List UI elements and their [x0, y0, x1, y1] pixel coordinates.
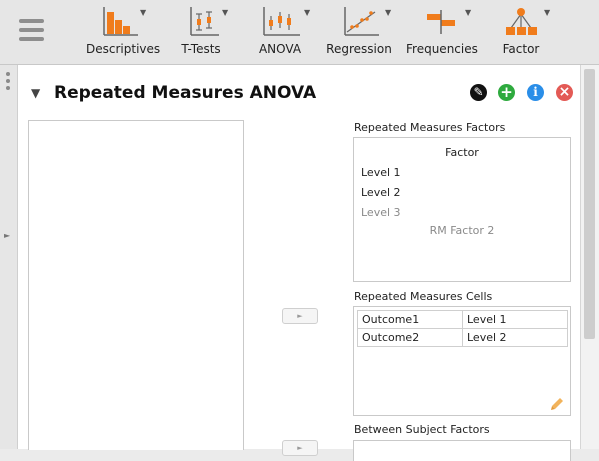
- chevron-down-icon: ▼: [222, 8, 229, 17]
- analysis-title: Repeated Measures ANOVA: [54, 83, 317, 103]
- chevron-down-icon: ▼: [385, 8, 392, 17]
- analysis-ribbon: ▼ Descriptives ▼ T-Tests ▼ ANOVA ▼ Regre…: [0, 0, 599, 65]
- regression-icon: ▼: [337, 4, 391, 38]
- tool-frequencies[interactable]: ▼ Frequencies: [406, 4, 478, 56]
- tool-label: ANOVA: [258, 42, 302, 56]
- drag-handle-icon[interactable]: [6, 72, 10, 93]
- collapse-triangle-icon[interactable]: ▼: [31, 86, 40, 100]
- tool-factor[interactable]: ▼ Factor: [498, 4, 550, 56]
- chevron-down-icon: ▼: [544, 8, 551, 17]
- between-factors-label: Between Subject Factors: [354, 423, 490, 436]
- level-item[interactable]: Level 2: [361, 186, 401, 199]
- outcome-cell[interactable]: Outcome1: [357, 310, 463, 329]
- chevron-down-icon: ▼: [465, 8, 472, 17]
- rm-factors-label: Repeated Measures Factors: [354, 121, 506, 134]
- between-factors-box[interactable]: [353, 440, 571, 461]
- tool-anova[interactable]: ▼ ANOVA: [254, 4, 310, 56]
- outcome-cell[interactable]: Outcome2: [357, 328, 463, 347]
- tool-label: Frequencies: [406, 42, 478, 56]
- level-cell: Level 2: [462, 328, 568, 347]
- assign-cells-button[interactable]: ►: [282, 308, 318, 324]
- menu-icon[interactable]: [19, 19, 44, 41]
- info-icon[interactable]: i: [527, 84, 544, 101]
- factor-name[interactable]: Factor: [354, 146, 570, 159]
- chevron-down-icon: ▼: [140, 8, 147, 17]
- tool-label: T-Tests: [181, 42, 221, 56]
- left-gutter: [0, 65, 17, 449]
- close-analysis-icon[interactable]: ×: [556, 84, 573, 101]
- level-item[interactable]: Level 1: [361, 166, 401, 179]
- tool-label: Regression: [326, 42, 392, 56]
- rm-factors-box[interactable]: Factor Level 1 Level 2 Level 3 RM Factor…: [353, 137, 571, 282]
- tool-label: Factor: [502, 42, 540, 56]
- descriptives-icon: ▼: [100, 4, 146, 38]
- t-tests-icon: ▼: [181, 4, 228, 38]
- variable-list[interactable]: [28, 120, 244, 450]
- table-row[interactable]: Outcome2 Level 2: [357, 328, 568, 347]
- table-row[interactable]: Outcome1 Level 1: [357, 310, 568, 329]
- factor-placeholder[interactable]: RM Factor 2: [354, 224, 570, 237]
- frequencies-icon: ▼: [417, 4, 471, 38]
- tool-descriptives[interactable]: ▼ Descriptives: [86, 4, 161, 56]
- factor-icon: ▼: [501, 4, 550, 38]
- rm-cells-table: Outcome1 Level 1 Outcome2 Level 2: [357, 310, 568, 347]
- chevron-down-icon: ▼: [304, 8, 311, 17]
- level-cell: Level 1: [462, 310, 568, 329]
- tool-label: Descriptives: [86, 42, 161, 56]
- edit-title-icon[interactable]: ✎: [470, 84, 487, 101]
- tool-regression[interactable]: ▼ Regression: [326, 4, 392, 56]
- expand-arrow-icon[interactable]: ►: [4, 231, 10, 240]
- level-placeholder[interactable]: Level 3: [361, 206, 401, 219]
- tool-t-tests[interactable]: ▼ T-Tests: [172, 4, 230, 56]
- scrollbar-thumb[interactable]: [584, 69, 595, 339]
- anova-icon: ▼: [258, 4, 310, 38]
- assign-between-button[interactable]: ►: [282, 440, 318, 456]
- rm-cells-label: Repeated Measures Cells: [354, 290, 493, 303]
- add-analysis-icon[interactable]: +: [498, 84, 515, 101]
- pencil-icon: [549, 395, 565, 411]
- rm-cells-box[interactable]: Outcome1 Level 1 Outcome2 Level 2: [353, 306, 571, 416]
